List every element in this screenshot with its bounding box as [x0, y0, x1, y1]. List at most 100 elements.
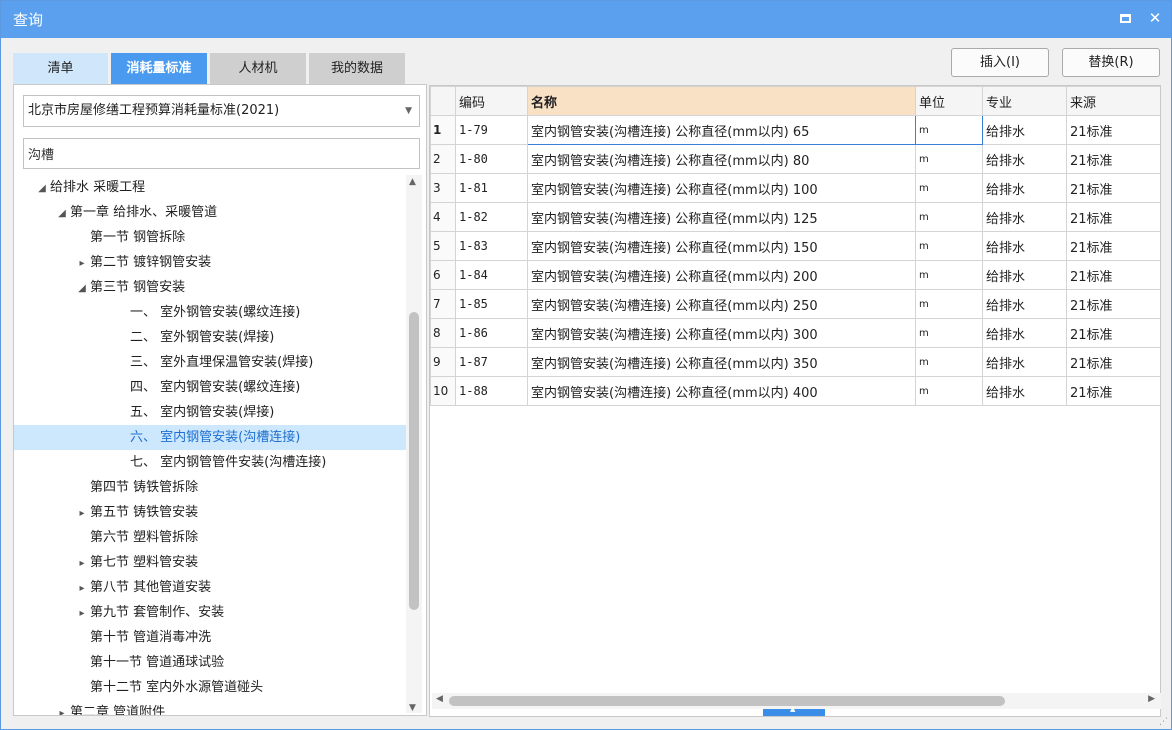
- tree-node[interactable]: 第六节 塑料管拆除: [14, 525, 406, 550]
- row-number-cell[interactable]: 4: [430, 202, 456, 232]
- name-cell[interactable]: 室内钢管安装(沟槽连接) 公称直径(mm以内) 200: [527, 260, 916, 290]
- code-cell[interactable]: 1-81: [455, 173, 528, 203]
- tree-node[interactable]: 五、 室内钢管安装(焊接): [14, 400, 406, 425]
- tree-node[interactable]: 六、 室内钢管安装(沟槽连接): [14, 425, 406, 450]
- tree-node[interactable]: ▸ 第八节 其他管道安装: [14, 575, 406, 600]
- replace-button[interactable]: 替换(R): [1062, 48, 1160, 77]
- row-number-cell[interactable]: 1: [430, 115, 456, 145]
- tree-node[interactable]: ▸ 第二节 镀锌钢管安装: [14, 250, 406, 275]
- tree-node[interactable]: 第四节 铸铁管拆除: [14, 475, 406, 500]
- unit-cell[interactable]: m: [915, 376, 983, 406]
- triangle-collapsed-icon[interactable]: ▸: [74, 251, 90, 276]
- table-row[interactable]: 9 1-87 室内钢管安装(沟槽连接) 公称直径(mm以内) 350 m 给排水 21标准: [430, 347, 1160, 377]
- name-cell[interactable]: 室内钢管安装(沟槽连接) 公称直径(mm以内) 250: [527, 289, 916, 319]
- code-cell[interactable]: 1-80: [455, 144, 528, 174]
- row-number-cell[interactable]: 3: [430, 173, 456, 203]
- tree-node[interactable]: 二、 室外钢管安装(焊接): [14, 325, 406, 350]
- table-row[interactable]: 7 1-85 室内钢管安装(沟槽连接) 公称直径(mm以内) 250 m 给排水 21标准: [430, 289, 1160, 319]
- table-row[interactable]: 4 1-82 室内钢管安装(沟槽连接) 公称直径(mm以内) 125 m 给排水 21标准: [430, 202, 1160, 232]
- major-cell[interactable]: 给排水: [982, 202, 1067, 232]
- tab-consumption-standard[interactable]: 消耗量标准: [111, 53, 207, 84]
- name-cell[interactable]: 室内钢管安装(沟槽连接) 公称直径(mm以内) 100: [527, 173, 916, 203]
- tab-list[interactable]: 清单: [13, 53, 108, 84]
- unit-cell[interactable]: m: [915, 260, 983, 290]
- table-row[interactable]: 2 1-80 室内钢管安装(沟槽连接) 公称直径(mm以内) 80 m 给排水 21标准: [430, 144, 1160, 174]
- row-number-cell[interactable]: 9: [430, 347, 456, 377]
- unit-cell[interactable]: m: [915, 231, 983, 261]
- tree-node[interactable]: 第十节 管道消毒冲洗: [14, 625, 406, 650]
- scroll-right-icon[interactable]: ▶: [1148, 694, 1155, 704]
- name-cell[interactable]: 室内钢管安装(沟槽连接) 公称直径(mm以内) 65: [527, 115, 916, 145]
- unit-cell[interactable]: m: [915, 173, 983, 203]
- triangle-expanded-icon[interactable]: ◢: [54, 201, 70, 226]
- table-row[interactable]: 10 1-88 室内钢管安装(沟槽连接) 公称直径(mm以内) 400 m 给排水 21标…: [430, 376, 1160, 406]
- scroll-down-icon[interactable]: ▼: [409, 703, 416, 713]
- major-cell[interactable]: 给排水: [982, 260, 1067, 290]
- tree-node[interactable]: ◢ 第三节 钢管安装: [14, 275, 406, 300]
- tree-node[interactable]: ▸ 第七节 塑料管安装: [14, 550, 406, 575]
- column-header-name[interactable]: 名称: [527, 86, 916, 116]
- tree-node[interactable]: ▸ 第五节 铸铁管安装: [14, 500, 406, 525]
- triangle-collapsed-icon[interactable]: ▸: [74, 551, 90, 576]
- code-cell[interactable]: 1-84: [455, 260, 528, 290]
- tree-node[interactable]: ▸ 第九节 套管制作、安装: [14, 600, 406, 625]
- source-cell[interactable]: 21标准: [1066, 347, 1160, 377]
- name-cell[interactable]: 室内钢管安装(沟槽连接) 公称直径(mm以内) 350: [527, 347, 916, 377]
- column-header-unit[interactable]: 单位: [915, 86, 983, 116]
- source-cell[interactable]: 21标准: [1066, 144, 1160, 174]
- triangle-expanded-icon[interactable]: ◢: [34, 176, 50, 201]
- row-number-cell[interactable]: 10: [430, 376, 456, 406]
- unit-cell[interactable]: m: [915, 347, 983, 377]
- close-button[interactable]: ✕: [1146, 9, 1164, 27]
- triangle-collapsed-icon[interactable]: ▸: [74, 601, 90, 626]
- name-cell[interactable]: 室内钢管安装(沟槽连接) 公称直径(mm以内) 400: [527, 376, 916, 406]
- tree-node[interactable]: ◢ 给排水 采暖工程: [14, 175, 406, 200]
- tab-labor-material-machine[interactable]: 人材机: [210, 53, 306, 84]
- unit-cell[interactable]: m: [915, 202, 983, 232]
- scroll-up-icon[interactable]: ▲: [409, 177, 416, 187]
- resize-grip-icon[interactable]: ⋰: [1159, 717, 1168, 727]
- triangle-collapsed-icon[interactable]: ▸: [74, 576, 90, 601]
- major-cell[interactable]: 给排水: [982, 144, 1067, 174]
- row-number-cell[interactable]: 8: [430, 318, 456, 348]
- table-row[interactable]: 6 1-84 室内钢管安装(沟槽连接) 公称直径(mm以内) 200 m 给排水 21标准: [430, 260, 1160, 290]
- insert-button[interactable]: 插入(I): [951, 48, 1049, 77]
- major-cell[interactable]: 给排水: [982, 115, 1067, 145]
- maximize-button[interactable]: [1116, 9, 1134, 27]
- row-number-cell[interactable]: 5: [430, 231, 456, 261]
- unit-cell[interactable]: m: [915, 289, 983, 319]
- table-row[interactable]: 8 1-86 室内钢管安装(沟槽连接) 公称直径(mm以内) 300 m 给排水 21标准: [430, 318, 1160, 348]
- source-cell[interactable]: 21标准: [1066, 231, 1160, 261]
- search-input[interactable]: [23, 138, 420, 169]
- name-cell[interactable]: 室内钢管安装(沟槽连接) 公称直径(mm以内) 300: [527, 318, 916, 348]
- row-number-cell[interactable]: 6: [430, 260, 456, 290]
- tree-node[interactable]: 四、 室内钢管安装(螺纹连接): [14, 375, 406, 400]
- title-bar[interactable]: 查询 ✕: [1, 1, 1171, 38]
- tree-scrollbar-thumb[interactable]: [409, 312, 419, 610]
- column-header-source[interactable]: 来源: [1066, 86, 1160, 116]
- source-cell[interactable]: 21标准: [1066, 115, 1160, 145]
- tree-node[interactable]: ▸ 第二章 管道附件: [14, 700, 406, 715]
- tree-node[interactable]: 第一节 钢管拆除: [14, 225, 406, 250]
- triangle-collapsed-icon[interactable]: ▸: [74, 501, 90, 526]
- source-cell[interactable]: 21标准: [1066, 376, 1160, 406]
- row-number-cell[interactable]: 2: [430, 144, 456, 174]
- code-cell[interactable]: 1-82: [455, 202, 528, 232]
- source-cell[interactable]: 21标准: [1066, 260, 1160, 290]
- grid-horizontal-scrollbar[interactable]: ◀ ▶: [432, 693, 1161, 709]
- major-cell[interactable]: 给排水: [982, 173, 1067, 203]
- table-row[interactable]: 3 1-81 室内钢管安装(沟槽连接) 公称直径(mm以内) 100 m 给排水 21标准: [430, 173, 1160, 203]
- major-cell[interactable]: 给排水: [982, 376, 1067, 406]
- major-cell[interactable]: 给排水: [982, 347, 1067, 377]
- tree-node[interactable]: 第十二节 室内外水源管道碰头: [14, 675, 406, 700]
- tree-node[interactable]: 第十一节 管道通球试验: [14, 650, 406, 675]
- tree-scrollbar[interactable]: ▲ ▼: [406, 175, 422, 713]
- grid-scrollbar-thumb[interactable]: [449, 696, 1005, 706]
- code-cell[interactable]: 1-79: [455, 115, 528, 145]
- code-cell[interactable]: 1-83: [455, 231, 528, 261]
- name-cell[interactable]: 室内钢管安装(沟槽连接) 公称直径(mm以内) 150: [527, 231, 916, 261]
- major-cell[interactable]: 给排水: [982, 231, 1067, 261]
- major-cell[interactable]: 给排水: [982, 318, 1067, 348]
- tree-node[interactable]: ◢ 第一章 给排水、采暖管道: [14, 200, 406, 225]
- panel-split-handle[interactable]: ▲: [763, 705, 825, 716]
